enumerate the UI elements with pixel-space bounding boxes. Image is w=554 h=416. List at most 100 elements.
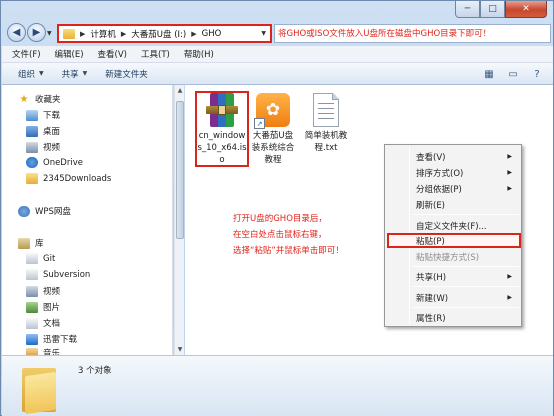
ctx-group-label: 分组依据(P) bbox=[416, 184, 462, 195]
nav-pictures-label: 图片 bbox=[43, 303, 61, 313]
chevron-down-icon: ▼ bbox=[39, 70, 44, 77]
nav-favorites[interactable]: ★ 收藏夹 bbox=[18, 93, 61, 106]
nav-desktop[interactable]: 桌面 bbox=[26, 125, 60, 137]
nav-video-fav-label: 视频 bbox=[43, 143, 61, 153]
ctx-group[interactable]: 分组依据(P) ▶ bbox=[388, 181, 518, 196]
new-folder-button[interactable]: 新建文件夹 bbox=[105, 68, 148, 80]
nav-git[interactable]: Git bbox=[26, 253, 55, 264]
menu-bar: 文件(F) 编辑(E) 查看(V) 工具(T) 帮助(H) bbox=[2, 46, 553, 63]
breadcrumb-computer[interactable]: 计算机 bbox=[90, 28, 116, 40]
view-controls: ▦ ▭ ? bbox=[473, 66, 545, 82]
nav-downloads[interactable]: 下载 bbox=[26, 109, 60, 121]
nav-subversion[interactable]: Subversion bbox=[26, 269, 90, 280]
scrollbar-thumb[interactable] bbox=[176, 101, 184, 239]
menu-edit[interactable]: 编辑(E) bbox=[55, 48, 84, 60]
nav-documents-label: 文档 bbox=[43, 319, 61, 329]
details-pane: 3 个对象 bbox=[2, 355, 553, 416]
ctx-paste-label: 粘贴(P) bbox=[416, 236, 445, 247]
nav-pictures[interactable]: 图片 bbox=[26, 301, 60, 313]
ctx-share[interactable]: 共享(H) ▶ bbox=[388, 269, 518, 284]
cloud-icon bbox=[26, 157, 38, 168]
nav-scrollbar[interactable]: ▲ ▼ bbox=[174, 85, 184, 355]
shortcut-arrow-icon: ↗ bbox=[254, 118, 265, 129]
submenu-arrow-icon: ▶ bbox=[507, 185, 512, 192]
nav-2345downloads-label: 2345Downloads bbox=[43, 173, 112, 184]
ctx-properties[interactable]: 属性(R) bbox=[388, 310, 518, 325]
ctx-paste-shortcut-label: 粘贴快捷方式(S) bbox=[416, 252, 480, 263]
scroll-down-icon[interactable]: ▼ bbox=[176, 346, 184, 353]
ctx-paste[interactable]: 粘贴(P) bbox=[388, 233, 518, 248]
item-count: 3 个对象 bbox=[78, 366, 112, 376]
scroll-up-icon[interactable]: ▲ bbox=[176, 87, 184, 94]
breadcrumb-drive[interactable]: 大番茄U盘 (I:) bbox=[131, 28, 186, 40]
ctx-sort[interactable]: 排序方式(O) ▶ bbox=[388, 165, 518, 180]
ctx-new[interactable]: 新建(W) ▶ bbox=[388, 290, 518, 305]
back-arrow-icon[interactable]: ◀ bbox=[7, 23, 26, 42]
menu-tools[interactable]: 工具(T) bbox=[141, 48, 170, 60]
window-caption-buttons: ─ □ ✕ bbox=[455, 1, 547, 18]
file-item-txt[interactable]: 简单装机教 程.txt bbox=[295, 93, 357, 154]
minimize-button[interactable]: ─ bbox=[455, 1, 480, 18]
chevron-down-icon: ▼ bbox=[82, 70, 88, 77]
nav-onedrive[interactable]: OneDrive bbox=[26, 157, 83, 168]
breadcrumb-separator-icon: ▶ bbox=[191, 29, 197, 38]
file-label: 简单装机教 程.txt bbox=[305, 130, 348, 154]
ctx-view[interactable]: 查看(V) ▶ bbox=[388, 149, 518, 164]
library-folder-icon bbox=[26, 253, 38, 264]
hint-annotation: 将GHO或ISO文件放入U盘所在磁盘中GHO目录下即可！ bbox=[278, 29, 492, 39]
ctx-new-label: 新建(W) bbox=[416, 293, 449, 304]
uc-browser-shortcut-icon: ✿ ↗ bbox=[254, 93, 290, 129]
nav-onedrive-label: OneDrive bbox=[43, 157, 83, 168]
context-menu: 查看(V) ▶ 排序方式(O) ▶ 分组依据(P) ▶ 刷新(E) 自定义文件夹(F)… bbox=[384, 144, 522, 327]
thunder-download-icon bbox=[26, 333, 38, 345]
picture-icon bbox=[26, 301, 38, 313]
menu-help[interactable]: 帮助(H) bbox=[184, 48, 214, 60]
menu-file[interactable]: 文件(F) bbox=[12, 48, 41, 60]
nav-2345downloads[interactable]: 2345Downloads bbox=[26, 173, 111, 184]
nav-library-label: 库 bbox=[35, 239, 44, 249]
ctx-refresh[interactable]: 刷新(E) bbox=[388, 197, 518, 212]
nav-library[interactable]: 库 bbox=[18, 237, 44, 249]
download-folder-icon bbox=[26, 109, 38, 121]
menu-view[interactable]: 查看(V) bbox=[98, 48, 127, 60]
share-button[interactable]: 共享 ▼ bbox=[62, 68, 88, 80]
nav-video[interactable]: 视频 bbox=[26, 285, 60, 297]
help-icon[interactable]: ? bbox=[529, 66, 545, 82]
address-row: ◀ ▶ ▼ ▶ 计算机 ▶ 大番茄U盘 (I:) ▶ GHO ▼ 将GHO或IS… bbox=[5, 21, 551, 43]
navigation-pane: ★ 收藏夹 下载 桌面 视频 OneDrive 2345Downloads WPS… bbox=[2, 85, 173, 355]
nav-documents[interactable]: 文档 bbox=[26, 317, 60, 329]
desktop-icon bbox=[26, 125, 38, 137]
explorer-window: ─ □ ✕ ◀ ▶ ▼ ▶ 计算机 ▶ 大番茄U盘 (I:) ▶ GHO ▼ 将… bbox=[0, 0, 554, 416]
nav-favorites-label: 收藏夹 bbox=[35, 95, 61, 105]
file-label-line: 程.txt bbox=[314, 143, 338, 153]
nav-music[interactable]: 音乐 bbox=[26, 347, 60, 355]
breadcrumb-separator-icon: ▶ bbox=[120, 29, 127, 38]
nav-wps[interactable]: WPS网盘 bbox=[18, 205, 71, 217]
submenu-arrow-icon: ▶ bbox=[507, 294, 512, 301]
nav-thunder[interactable]: 迅雷下载 bbox=[26, 333, 77, 345]
organize-button[interactable]: 组织 ▼ bbox=[18, 68, 44, 80]
menu-separator bbox=[413, 214, 519, 215]
document-icon bbox=[26, 317, 38, 329]
ctx-customize[interactable]: 自定义文件夹(F)... bbox=[388, 218, 518, 233]
breadcrumb-separator-icon: ▶ bbox=[80, 29, 86, 38]
nav-desktop-label: 桌面 bbox=[43, 127, 61, 137]
recent-pages-dropdown-icon[interactable]: ▼ bbox=[47, 30, 52, 37]
file-label: cn_window s_10_x64.is o bbox=[197, 130, 246, 166]
ctx-share-label: 共享(H) bbox=[416, 272, 447, 283]
file-label-line: 简单装机教 bbox=[304, 131, 348, 141]
address-dropdown-icon[interactable]: ▼ bbox=[261, 30, 266, 37]
breadcrumb-gho[interactable]: GHO bbox=[202, 29, 222, 39]
preview-pane-icon[interactable]: ▭ bbox=[505, 66, 521, 82]
ctx-properties-label: 属性(R) bbox=[416, 313, 446, 324]
ctx-paste-shortcut[interactable]: 粘贴快捷方式(S) bbox=[388, 249, 518, 264]
close-button[interactable]: ✕ bbox=[505, 1, 547, 18]
view-options-icon[interactable]: ▦ bbox=[481, 66, 497, 82]
forward-arrow-icon[interactable]: ▶ bbox=[27, 23, 46, 42]
maximize-button[interactable]: □ bbox=[480, 1, 505, 18]
nav-video-fav[interactable]: 视频 bbox=[26, 141, 60, 153]
library-folder-icon bbox=[26, 269, 38, 280]
address-bar[interactable]: ▶ 计算机 ▶ 大番茄U盘 (I:) ▶ GHO ▼ bbox=[57, 24, 272, 43]
ctx-view-label: 查看(V) bbox=[416, 152, 446, 163]
nav-wps-label: WPS网盘 bbox=[35, 207, 71, 217]
